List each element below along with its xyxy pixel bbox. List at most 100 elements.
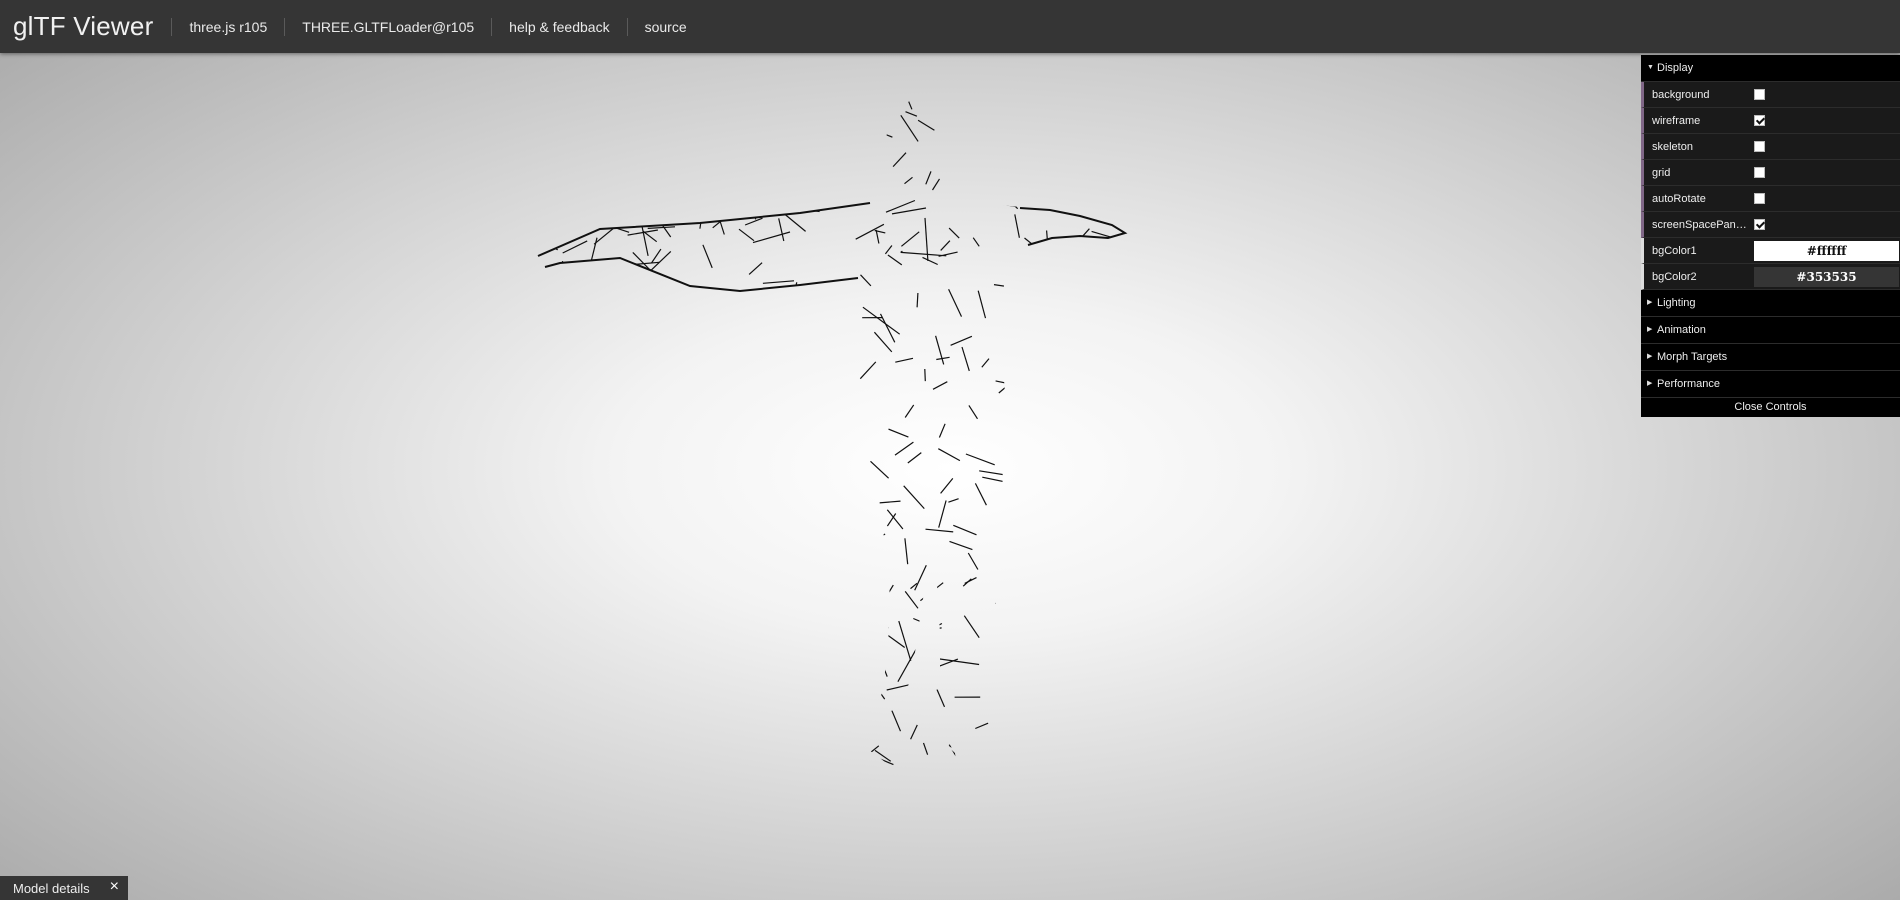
wireframe-edge — [590, 237, 598, 261]
wireframe-edge — [1093, 327, 1121, 339]
wireframe-edge — [538, 248, 548, 251]
screenspacepanning-checkbox[interactable] — [1754, 219, 1765, 230]
folder-morph-targets[interactable]: ▶ Morph Targets — [1641, 344, 1900, 371]
bgcolor1-color-field[interactable]: #ffffff — [1754, 240, 1899, 261]
wireframe-edge — [552, 196, 563, 215]
bgcolor2-color-field[interactable]: #353535 — [1754, 266, 1899, 287]
nav-link-threejs[interactable]: three.js r105 — [171, 17, 284, 36]
wireframe-edge — [647, 529, 659, 546]
wireframe-edge — [961, 346, 970, 372]
background-checkbox[interactable] — [1754, 89, 1765, 100]
wireframe-edge — [554, 99, 560, 125]
wireframe-edge — [894, 441, 914, 456]
wireframe-edge — [705, 486, 719, 493]
wireframe-edge — [968, 405, 979, 420]
wireframe-edge — [895, 357, 914, 363]
wireframe-edge — [739, 552, 742, 564]
wireframe-edge — [1008, 444, 1027, 448]
wireframe-edge — [828, 473, 847, 484]
nav-link-gltfloader[interactable]: THREE.GLTFLoader@r105 — [284, 17, 491, 36]
wireframe-edge — [1126, 735, 1141, 745]
nav-link-source[interactable]: source — [626, 17, 704, 36]
wireframe-edge — [552, 175, 566, 202]
wireframe-edge — [722, 485, 737, 488]
wireframe-edge — [885, 633, 906, 648]
wireframe-edge — [569, 114, 601, 126]
wireframe-edge — [855, 763, 858, 781]
wireframe-edge — [845, 771, 851, 788]
wireframe-edge — [840, 784, 849, 788]
wireframe-edge — [847, 508, 865, 513]
wireframe-edge — [615, 502, 628, 519]
wireframe-edge — [1094, 117, 1106, 145]
wireframe-edge — [1021, 471, 1024, 492]
prop-row-autorotate: autoRotate — [1641, 186, 1900, 212]
wireframe-model — [525, 96, 1141, 788]
folder-animation[interactable]: ▶ Animation — [1641, 317, 1900, 344]
wireframe-edge — [1052, 146, 1082, 157]
wireframe-edge — [796, 606, 804, 621]
wireframe-edge — [623, 709, 642, 726]
autorotate-checkbox[interactable] — [1754, 193, 1765, 204]
wireframe-edge — [1012, 434, 1024, 473]
wireframe-checkbox[interactable] — [1754, 115, 1765, 126]
wireframe-edge — [913, 617, 932, 627]
wireframe-edge — [940, 240, 951, 251]
wireframe-edge — [922, 742, 929, 755]
nav-link-help-feedback[interactable]: help & feedback — [491, 17, 626, 36]
wireframe-edge — [1107, 734, 1120, 749]
folder-lighting[interactable]: ▶ Lighting — [1641, 290, 1900, 317]
3d-viewport[interactable] — [0, 53, 1900, 900]
wireframe-edge — [778, 640, 784, 663]
wireframe-edge — [870, 754, 894, 766]
wireframe-edge — [833, 553, 847, 576]
wireframe-edge — [542, 207, 549, 220]
wireframe-edge — [736, 749, 760, 766]
folder-display[interactable]: ▼ Display — [1641, 55, 1900, 82]
wireframe-edge — [1085, 285, 1102, 304]
wireframe-edge — [826, 692, 829, 739]
wireframe-edge — [1087, 613, 1098, 632]
model-details-tab[interactable]: Model details × — [0, 876, 128, 900]
wireframe-edge — [1066, 228, 1090, 255]
wireframe-edge — [1076, 754, 1098, 788]
wireframe-edge — [551, 264, 583, 267]
wireframe-edge — [1030, 759, 1044, 788]
wireframe-edge — [548, 116, 587, 119]
wireframe-edge — [1008, 756, 1030, 778]
wireframe-edge — [871, 681, 886, 700]
grid-checkbox[interactable] — [1754, 167, 1765, 178]
wireframe-edge — [1094, 599, 1111, 622]
wireframe-edge — [1107, 654, 1125, 663]
close-controls-button[interactable]: Close Controls — [1641, 398, 1900, 417]
wireframe-edge — [1047, 466, 1070, 483]
wireframe-edge — [577, 298, 587, 306]
triangle-right-icon: ▶ — [1647, 326, 1653, 333]
wireframe-edge — [596, 389, 630, 425]
skeleton-checkbox[interactable] — [1754, 141, 1765, 152]
wireframe-edge — [1002, 709, 1017, 719]
app-header: glTF Viewer three.js r105 THREE.GLTFLoad… — [0, 0, 1900, 53]
wireframe-edge — [1034, 270, 1043, 284]
wireframe-edge — [835, 191, 853, 206]
wireframe-edge — [1050, 326, 1064, 329]
wireframe-edge — [697, 379, 713, 387]
wireframe-edge — [785, 396, 802, 401]
wireframe-edge — [630, 324, 652, 331]
prop-row-bgcolor1: bgColor1 #ffffff — [1641, 238, 1900, 264]
wireframe-edge — [538, 171, 543, 186]
close-icon[interactable]: × — [110, 878, 119, 896]
wireframe-edge — [993, 284, 1018, 289]
app-title[interactable]: glTF Viewer — [0, 11, 171, 42]
wireframe-edge — [857, 140, 863, 168]
wireframe-edge — [1065, 264, 1069, 295]
prop-row-bgcolor2: bgColor2 #353535 — [1641, 264, 1900, 290]
wireframe-edge — [1088, 276, 1108, 301]
wireframe-edge — [525, 141, 533, 147]
wireframe-edge — [682, 342, 713, 349]
folder-performance[interactable]: ▶ Performance — [1641, 371, 1900, 398]
wireframe-edge — [650, 250, 672, 271]
wireframe-edge — [633, 562, 646, 592]
wireframe-edge — [701, 742, 711, 762]
wireframe-edge — [1019, 727, 1032, 744]
